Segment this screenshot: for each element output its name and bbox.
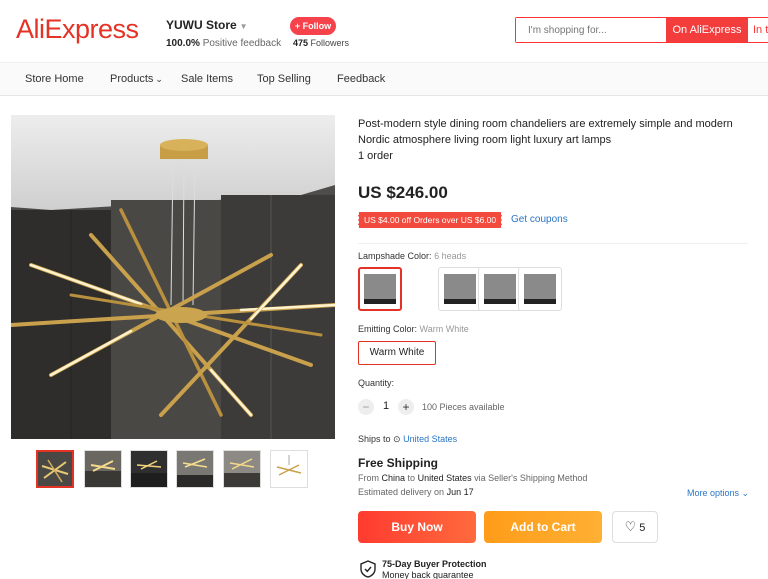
- divider: [358, 243, 748, 244]
- product-main-image[interactable]: [11, 115, 335, 439]
- search-input[interactable]: [516, 18, 666, 42]
- emitting-value: Warm White: [419, 324, 469, 334]
- chevron-down-icon[interactable]: ⌄: [155, 74, 163, 84]
- location-pin-icon: ⊙: [393, 434, 401, 444]
- get-coupons-link[interactable]: Get coupons: [511, 214, 568, 225]
- caret-down-icon[interactable]: ▼: [240, 22, 248, 31]
- aliexpress-logo[interactable]: AliExpress: [16, 14, 139, 45]
- store-name-text[interactable]: YUWU Store: [166, 18, 237, 32]
- store-name[interactable]: YUWU Store ▼: [166, 18, 248, 32]
- to-country: United States: [417, 473, 472, 483]
- nav-products[interactable]: Products ⌄: [110, 73, 163, 85]
- thumbnail-6[interactable]: [270, 450, 308, 488]
- order-count: 1 order: [358, 150, 393, 162]
- nav-feedback[interactable]: Feedback: [337, 73, 385, 85]
- swatch-image: [364, 274, 396, 304]
- lampshade-option-1[interactable]: [358, 267, 402, 311]
- lampshade-option-4[interactable]: [518, 267, 562, 311]
- emitting-label-text: Emitting Color:: [358, 324, 418, 334]
- emitting-color-label: Emitting Color: Warm White: [358, 324, 469, 334]
- more-options-label[interactable]: More options: [687, 488, 739, 498]
- wishlist-count: 5: [639, 522, 646, 534]
- lampshade-value: 6 heads: [434, 251, 467, 261]
- nav-sale-items[interactable]: Sale Items: [181, 73, 233, 85]
- ships-to-label: Ships to: [358, 434, 391, 444]
- quantity-increase-button[interactable]: +: [398, 399, 414, 415]
- ships-to: Ships to ⊙ United States: [358, 434, 457, 445]
- buy-now-button[interactable]: Buy Now: [358, 511, 476, 543]
- thumbnail-5[interactable]: [223, 450, 261, 488]
- lampshade-label-text: Lampshade Color:: [358, 251, 432, 261]
- thumbnail-4[interactable]: [176, 450, 214, 488]
- nav-top-selling[interactable]: Top Selling: [257, 73, 311, 85]
- feedback-label: Positive feedback: [202, 38, 282, 49]
- buyer-protection-subtitle: Money back guarantee: [382, 570, 474, 579]
- top-header: AliExpress YUWU Store ▼ 100.0% Positive f…: [0, 0, 768, 62]
- follow-button[interactable]: + Follow: [290, 17, 336, 35]
- shipping-route: From China to United States via Seller's…: [358, 473, 587, 483]
- buyer-protection-title: 75-Day Buyer Protection: [382, 559, 487, 569]
- more-options-link[interactable]: More options ⌄: [687, 488, 749, 499]
- add-to-cart-button[interactable]: Add to Cart: [484, 511, 602, 543]
- feedback-percent: 100.0%: [166, 38, 200, 49]
- thumbnail-1[interactable]: [36, 450, 74, 488]
- followers-count: 475 Followers: [293, 38, 349, 48]
- quantity-label: Quantity:: [358, 378, 395, 388]
- coupon-badge: US $4.00 off Orders over US $6.00: [358, 212, 503, 228]
- lampshade-option-2[interactable]: [438, 267, 482, 311]
- lampshade-option-3[interactable]: [478, 267, 522, 311]
- warm-white-option[interactable]: Warm White: [358, 341, 436, 365]
- est-date: Jun 17: [446, 487, 474, 497]
- from-country: China: [381, 473, 406, 483]
- followers-number: 475: [293, 38, 309, 48]
- product-price: US $246.00: [358, 183, 448, 202]
- swatch-image: [484, 274, 516, 304]
- nav-products-label[interactable]: Products: [110, 73, 153, 85]
- store-nav: Store Home Products ⌄ Sale Items Top Sell…: [0, 62, 768, 96]
- product-title: Post-modern style dining room chandelier…: [358, 118, 733, 146]
- nav-store-home[interactable]: Store Home: [25, 73, 84, 85]
- thumbnail-3[interactable]: [130, 450, 168, 488]
- quantity-value[interactable]: 1: [383, 400, 389, 412]
- search-bar: On AliExpress In this store: [515, 17, 768, 43]
- lampshade-color-label: Lampshade Color: 6 heads: [358, 251, 466, 261]
- from-prefix: From: [358, 473, 379, 483]
- pieces-available: 100 Pieces available: [422, 402, 505, 412]
- estimated-delivery: Estimated delivery on Jun 17: [358, 487, 474, 497]
- free-shipping: Free Shipping: [358, 456, 439, 470]
- thumbnail-2[interactable]: [84, 450, 122, 488]
- wishlist-button[interactable]: ♡ 5: [612, 511, 658, 543]
- search-aliexpress-button[interactable]: On AliExpress: [666, 18, 748, 42]
- shield-check-icon: [360, 560, 376, 578]
- search-store-button[interactable]: In this store: [748, 18, 768, 42]
- followers-label: Followers: [310, 38, 350, 48]
- swatch-image: [524, 274, 556, 304]
- ships-to-location[interactable]: United States: [403, 434, 457, 444]
- quantity-decrease-button[interactable]: −: [358, 399, 374, 415]
- store-feedback: 100.0% Positive feedback: [166, 38, 281, 49]
- shipping-method: via Seller's Shipping Method: [474, 473, 588, 483]
- chandelier-image: [11, 115, 335, 439]
- swatch-image: [444, 274, 476, 304]
- chevron-down-icon[interactable]: ⌄: [742, 488, 750, 498]
- to-word: to: [407, 473, 416, 483]
- heart-icon[interactable]: ♡: [625, 519, 637, 534]
- est-label: Estimated delivery on: [358, 487, 445, 497]
